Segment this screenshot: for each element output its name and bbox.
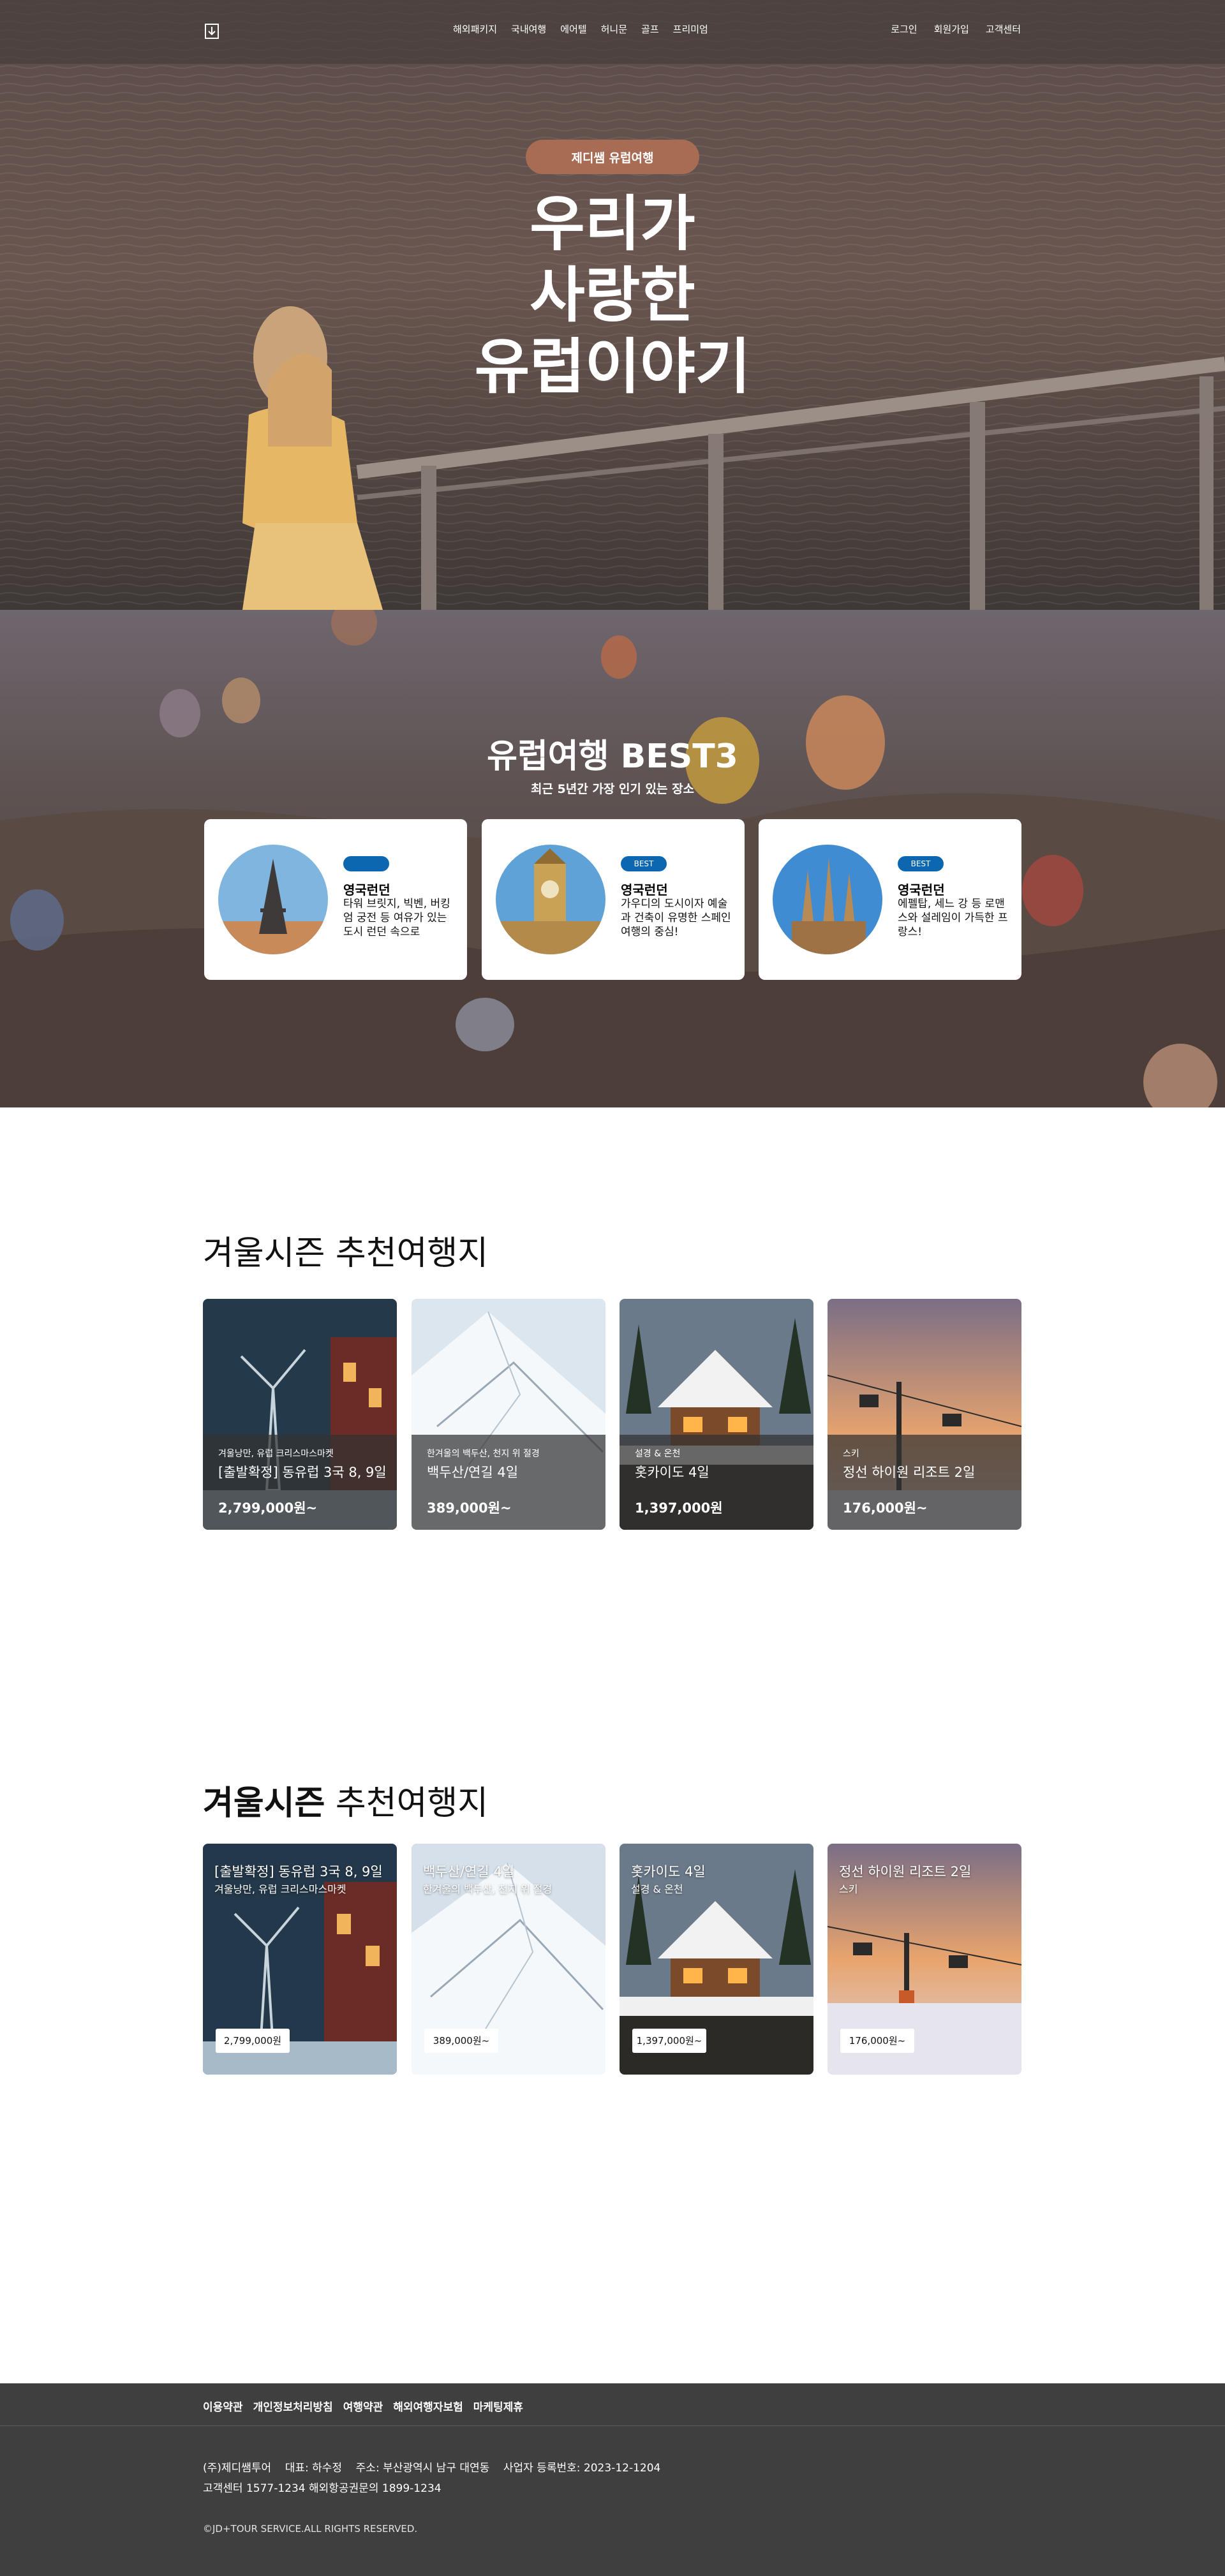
best-card-description: 가우디의 도시이자 예술과 건축이 유명한 스페인 여행의 중심! <box>621 898 731 938</box>
best-card-description: 에펠탑, 세느 강 등 로맨스와 설레임이 가득한 프랑스! <box>898 898 1008 938</box>
tour-name: [출발확정] 동유럽 3국 8, 9일 <box>218 1465 387 1480</box>
tour-price: 389,000원~ <box>427 1500 512 1516</box>
tour-name: [출발확정] 동유럽 3국 8, 9일 <box>214 1864 383 1879</box>
login-link[interactable]: 로그인 <box>891 22 917 36</box>
main-nav: 해외패키지 국내여행 에어텔 허니문 골프 프리미엄 <box>453 22 708 36</box>
tour-card[interactable]: 설경 & 온천 홋카이도 4일 1,397,000원 <box>620 1299 813 1530</box>
hero-title: 우리가 사랑한 유럽이야기 <box>0 189 1225 403</box>
tour-name: 정선 하이원 리조트 2일 <box>839 1864 972 1879</box>
hero-title-line: 우리가 <box>530 189 695 259</box>
nav-item-overseas-package[interactable]: 해외패키지 <box>453 22 497 36</box>
tour-price: 2,799,000원~ <box>218 1500 318 1516</box>
footer-copyright: ©JD+TOUR SERVICE.ALL RIGHTS RESERVED. <box>203 2523 418 2535</box>
best-tag-badge: BEST <box>621 856 667 871</box>
tour-card[interactable]: 홋카이도 4일 설경 & 온천 1,397,000원~ <box>620 1844 813 2075</box>
tour-name: 정선 하이원 리조트 2일 <box>843 1465 976 1480</box>
nav-item-domestic[interactable]: 국내여행 <box>511 22 546 36</box>
tour-card[interactable]: 스키 정선 하이원 리조트 2일 176,000원~ <box>828 1299 1021 1530</box>
hero-badge: 제디쌤 유럽여행 <box>526 140 699 174</box>
nav-item-honeymoon[interactable]: 허니문 <box>601 22 627 36</box>
best-card-title: 영국런던 <box>898 882 945 898</box>
hero-title-line: 사랑한 <box>530 261 695 330</box>
utility-nav: 로그인 회원가입 고객센터 <box>891 22 1021 36</box>
site-footer: 이용약관 개인정보처리방침 여행약관 해외여행자보험 마케팅제휴 (주)제디쌤투… <box>0 2383 1225 2576</box>
tour-price: 1,397,000원 <box>635 1500 723 1516</box>
tour-card[interactable]: 정선 하이원 리조트 2일 스키 176,000원~ <box>828 1844 1021 2075</box>
winter-title-rest: 추천여행지 <box>335 1784 489 1823</box>
best3-title: 유럽여행 BEST3 <box>487 737 738 776</box>
winter-section-title: 겨울시즌 추천여행지 <box>203 1234 489 1273</box>
winter-title-bold: 겨울시즌 <box>203 1784 325 1823</box>
footer-link-travel-terms[interactable]: 여행약관 <box>343 2398 383 2414</box>
tour-card[interactable]: [출발확정] 동유럽 3국 8, 9일 겨울낭만, 유럽 크리스마스마켓 2,7… <box>203 1844 397 2075</box>
tour-category: 스키 <box>843 1449 859 1459</box>
hero-section: 제디쌤 유럽여행 우리가 사랑한 유럽이야기 <box>0 0 1225 610</box>
eiffel-tower-image <box>218 845 328 954</box>
nav-item-golf[interactable]: 골프 <box>641 22 659 36</box>
best-card-description: 타워 브릿지, 빅벤, 버킹엄 궁전 등 여유가 있는 도시 런던 속으로 <box>343 898 450 938</box>
tour-price: 176,000원~ <box>843 1500 928 1516</box>
tour-category: 스키 <box>839 1883 858 1895</box>
footer-link-marketing[interactable]: 마케팅제휴 <box>473 2398 523 2414</box>
tour-category: 겨울낭만, 유럽 크리스마스마켓 <box>218 1449 334 1459</box>
footer-link-privacy[interactable]: 개인정보처리방침 <box>253 2398 333 2414</box>
tour-name: 홋카이도 4일 <box>635 1465 709 1480</box>
customer-center-link[interactable]: 고객센터 <box>986 22 1021 36</box>
hero-title-line: 유럽이야기 <box>474 332 751 402</box>
site-header: 해외패키지 국내여행 에어텔 허니문 골프 프리미엄 로그인 회원가입 고객센터 <box>0 0 1225 64</box>
footer-link-terms[interactable]: 이용약관 <box>203 2398 243 2414</box>
logo-icon[interactable] <box>204 23 219 40</box>
best-card-title: 영국런던 <box>343 882 390 898</box>
tour-category: 겨울낭만, 유럽 크리스마스마켓 <box>214 1883 346 1895</box>
tour-card[interactable]: 겨울낭만, 유럽 크리스마스마켓 [출발확정] 동유럽 3국 8, 9일 2,7… <box>203 1299 397 1530</box>
best-card[interactable]: BEST 영국런던 에펠탑, 세느 강 등 로맨스와 설레임이 가득한 프랑스! <box>759 819 1021 980</box>
nav-item-airtel[interactable]: 에어텔 <box>560 22 586 36</box>
tour-price-badge: 1,397,000원~ <box>632 2029 706 2053</box>
tour-price-badge: 389,000원~ <box>424 2029 498 2053</box>
tour-name: 백두산/연길 4일 <box>427 1465 519 1480</box>
tour-card[interactable]: 한겨울의 백두산, 천지 위 절경 백두산/연길 4일 389,000원~ <box>412 1299 605 1530</box>
footer-contact: 고객센터 1577-1234 해외항공권문의 1899-1234 <box>203 2482 442 2495</box>
tour-category: 한겨울의 백두산, 천지 위 절경 <box>423 1883 553 1895</box>
best-card-title: 영국런던 <box>621 882 668 898</box>
tour-name: 백두산/연길 4일 <box>423 1864 515 1879</box>
winter-section-title: 겨울시즌 추천여행지 <box>203 1776 488 1824</box>
tour-category: 설경 & 온천 <box>631 1883 683 1895</box>
tour-price-badge: 2,799,000원 <box>216 2029 290 2053</box>
tour-price-badge: 176,000원~ <box>840 2029 914 2053</box>
tour-category: 한겨울의 백두산, 천지 위 절경 <box>427 1449 540 1459</box>
best-card[interactable]: 영국런던 타워 브릿지, 빅벤, 버킹엄 궁전 등 여유가 있는 도시 런던 속… <box>204 819 467 980</box>
best3-subtitle: 최근 5년간 가장 인기 있는 장소 <box>530 782 695 796</box>
footer-divider <box>0 2425 1225 2426</box>
footer-nav: 이용약관 개인정보처리방침 여행약관 해외여행자보험 마케팅제휴 <box>203 2398 523 2414</box>
best-card[interactable]: BEST 영국런던 가우디의 도시이자 예술과 건축이 유명한 스페인 여행의 … <box>482 819 745 980</box>
nav-item-premium[interactable]: 프리미엄 <box>673 22 708 36</box>
tour-category: 설경 & 온천 <box>635 1449 681 1459</box>
signup-link[interactable]: 회원가입 <box>934 22 969 36</box>
footer-company-info: (주)제디쌤투어 대표: 하수정 주소: 부산광역시 남구 대연동 사업자 등록… <box>203 2462 661 2475</box>
sagrada-familia-image <box>773 845 882 954</box>
tour-card[interactable]: 백두산/연길 4일 한겨울의 백두산, 천지 위 절경 389,000원~ <box>412 1844 605 2075</box>
big-ben-image <box>496 845 605 954</box>
tour-name: 홋카이도 4일 <box>631 1864 706 1879</box>
best-tag-badge: BEST <box>898 856 944 871</box>
footer-link-insurance[interactable]: 해외여행자보험 <box>393 2398 463 2414</box>
best-tag-badge <box>343 856 389 871</box>
